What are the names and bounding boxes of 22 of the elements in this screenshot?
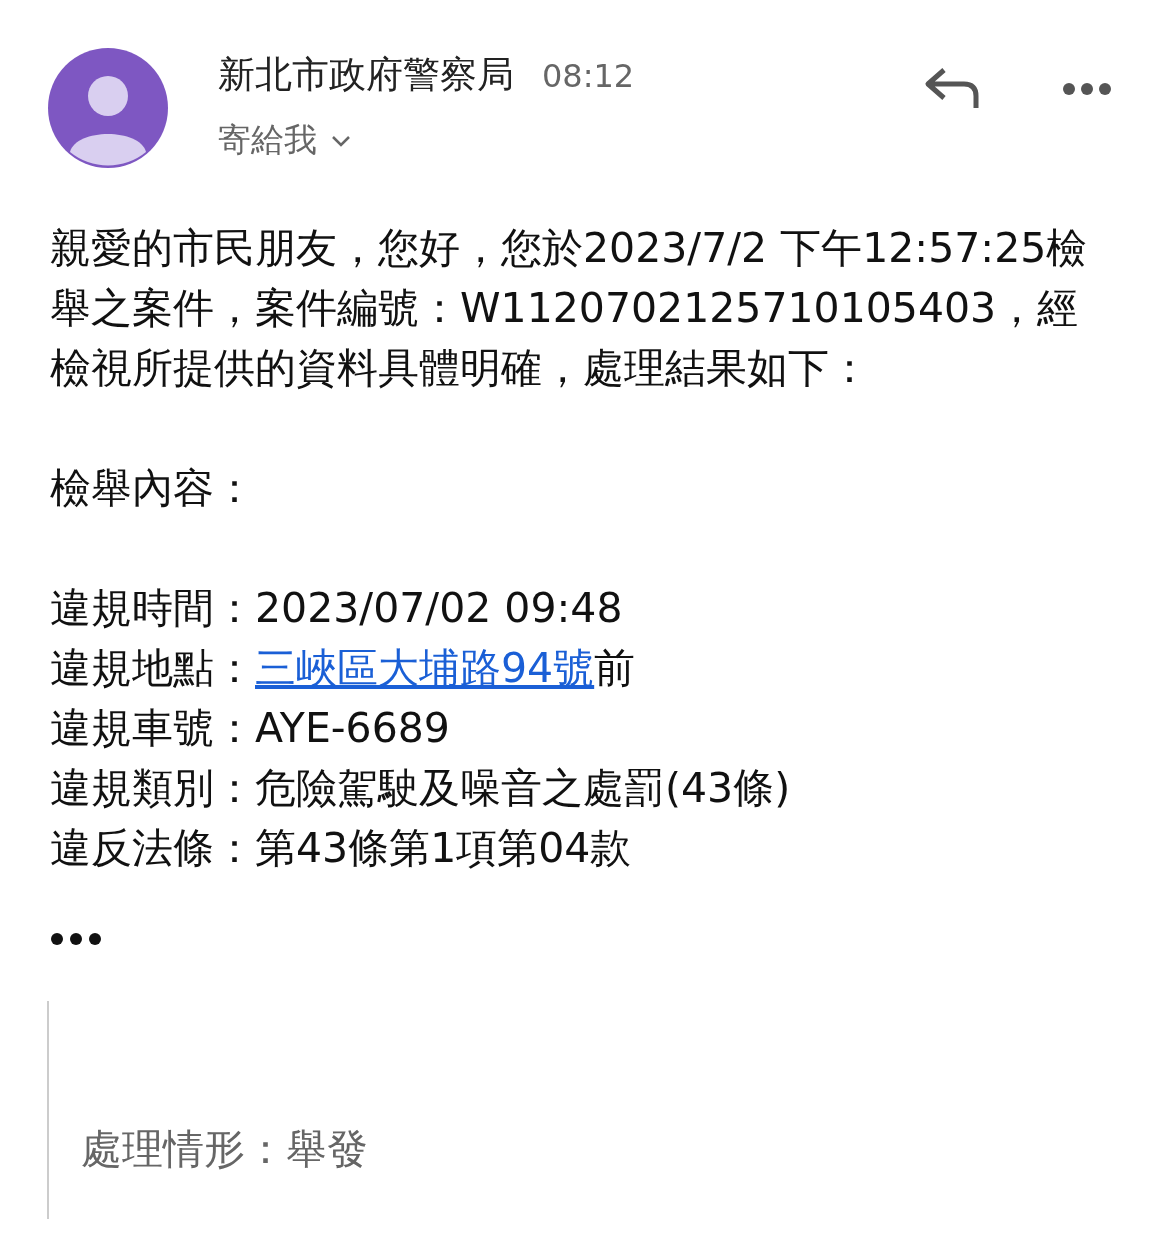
- field-value: 2023/07/02 09:48: [255, 584, 623, 632]
- quoted-text: 處理情形：舉發: [81, 1125, 368, 1173]
- sender-name: 新北市政府警察局: [218, 52, 514, 98]
- field-label: 違規類別：: [50, 764, 255, 812]
- field-label: 違規車號：: [50, 704, 255, 752]
- section-title: 檢舉內容：: [50, 463, 256, 514]
- avatar-icon: [48, 48, 168, 168]
- field-value: 第43條第1項第04款: [255, 824, 632, 872]
- message-paragraph: 親愛的市民朋友，您好，您於2023/7/2 下午12:57:25檢舉之案件，案件編號：W1120702125710105403，經檢視所提供的資料具體明確，處理結果如下：: [50, 223, 1089, 394]
- field-label: 違反法條：: [50, 824, 255, 872]
- location-link[interactable]: 三峽區大埔路94號: [255, 644, 595, 692]
- reply-icon[interactable]: [924, 66, 980, 110]
- field-label: 違規地點：: [50, 644, 255, 692]
- recipient-label[interactable]: 寄給我: [218, 118, 317, 163]
- more-icon[interactable]: [1062, 82, 1112, 96]
- chevron-down-icon[interactable]: [331, 134, 351, 147]
- field-value: AYE-6689: [255, 704, 450, 752]
- show-trimmed-icon[interactable]: [50, 932, 102, 946]
- field-label: 違規時間：: [50, 584, 255, 632]
- field-value: 危險駕駛及噪音之處罰(43條): [255, 764, 791, 812]
- sent-time: 08:12: [542, 57, 635, 95]
- field-value: 三峽區大埔路94號前: [255, 644, 636, 692]
